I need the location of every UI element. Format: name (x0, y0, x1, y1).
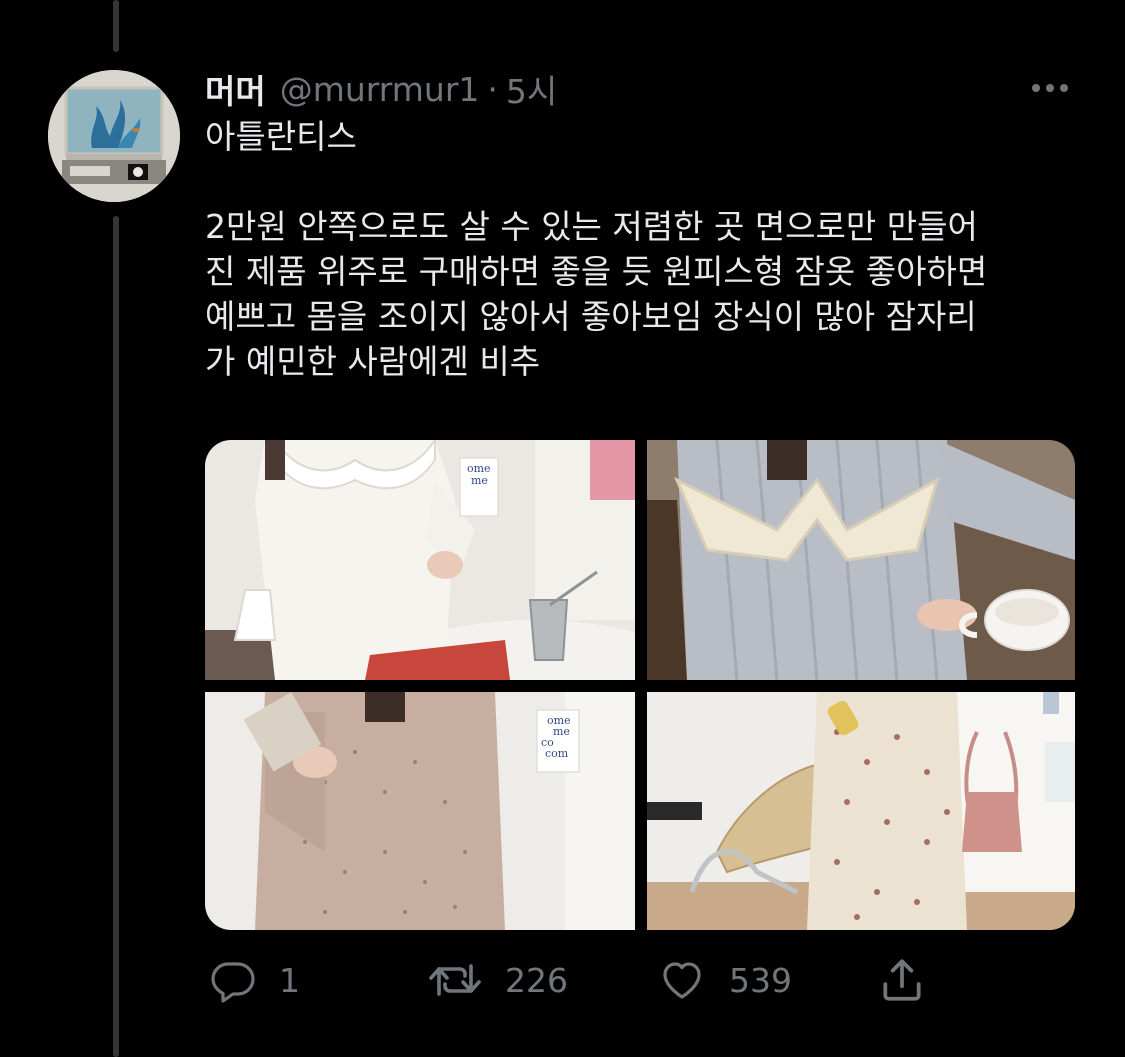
reply-count: 1 (279, 960, 300, 1000)
svg-text:me: me (553, 725, 570, 738)
share-button[interactable] (877, 950, 927, 1010)
media-photo-2[interactable] (647, 440, 1075, 680)
thread-connector-bottom (113, 216, 119, 1057)
media-grid: ome me ome me co com (205, 440, 1075, 930)
photo-blue-striped-nightgown (647, 440, 1075, 680)
reply-button[interactable]: 1 (209, 950, 300, 1010)
media-photo-3[interactable]: ome me co com (205, 692, 635, 930)
media-photo-4[interactable] (647, 692, 1075, 930)
photo-floral-nightgown (647, 692, 1075, 930)
like-count: 539 (729, 960, 792, 1000)
retweet-arrows-icon (429, 964, 481, 996)
svg-text:me: me (471, 474, 488, 487)
retweet-button[interactable]: 226 (427, 950, 568, 1010)
svg-text:com: com (545, 747, 569, 760)
photo-beige-dot-nightgown: ome me co com (205, 692, 635, 930)
media-photo-1[interactable]: ome me (205, 440, 635, 680)
reply-bubble-icon (211, 962, 255, 1003)
share-upload-icon (883, 959, 921, 1001)
header-separator: · (487, 69, 498, 109)
thread-connector-top (113, 0, 119, 52)
retweet-count: 226 (505, 960, 568, 1000)
timestamp[interactable]: 5시 (506, 65, 557, 113)
avatar-aquarium-image (48, 70, 180, 202)
avatar[interactable] (48, 70, 180, 202)
user-handle[interactable]: @murrmur1 (280, 70, 480, 109)
like-button[interactable]: 539 (657, 950, 792, 1010)
dot (1060, 84, 1068, 92)
tweet-actions: 1 226 539 (205, 950, 1075, 1010)
display-name[interactable]: 머머 (205, 65, 266, 113)
tweet-header: 머머 @murrmur1 · 5시 (205, 66, 557, 112)
dot (1032, 84, 1040, 92)
dot (1046, 84, 1054, 92)
tweet-text: 아틀란티스 2만원 안쪽으로도 살 수 있는 저렴한 곳 면으로만 만들어 진 … (205, 117, 988, 381)
photo-white-nightgown: ome me (205, 440, 635, 680)
heart-icon (663, 962, 701, 999)
more-dots-icon[interactable] (1022, 70, 1078, 106)
